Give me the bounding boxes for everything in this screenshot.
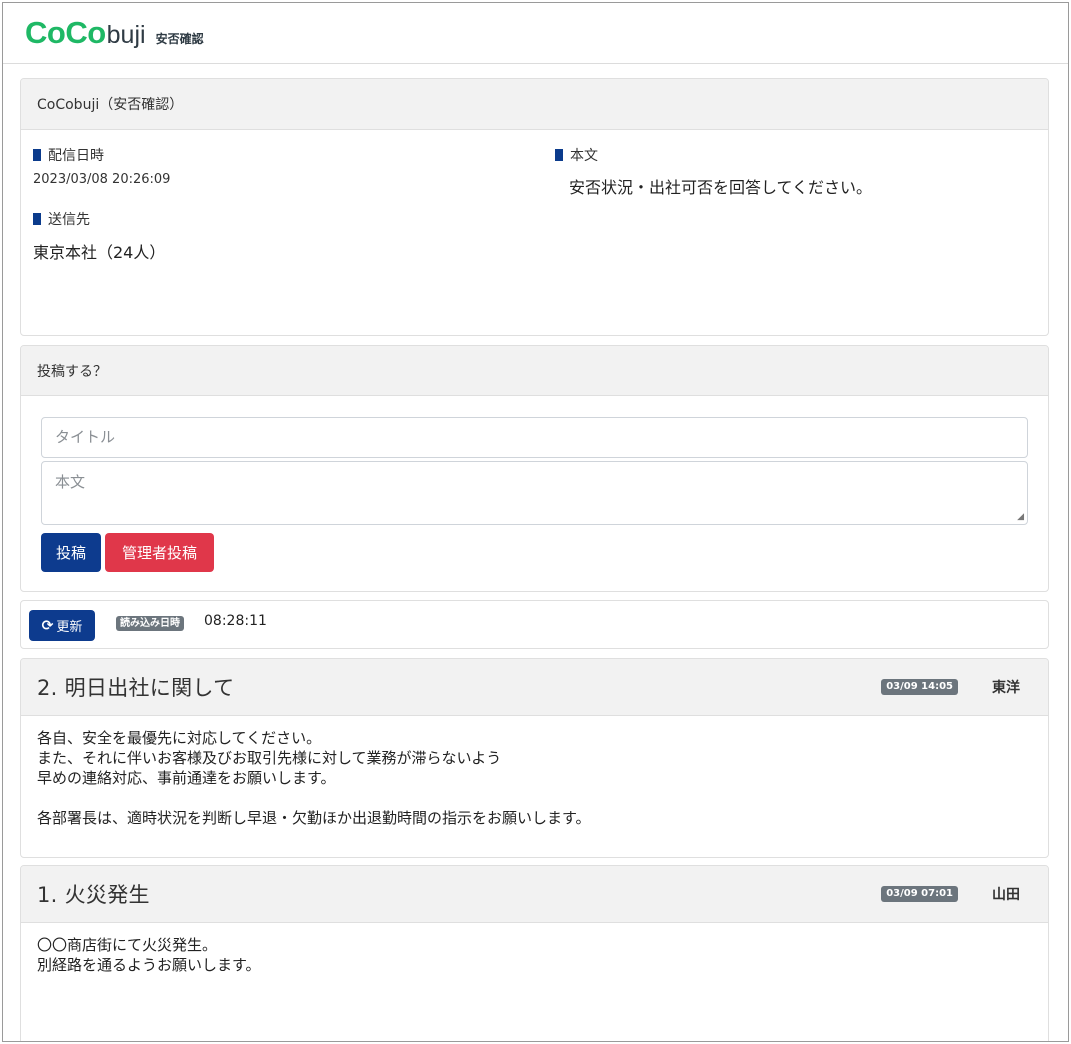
loaded-at-badge: 読み込み日時: [116, 616, 184, 631]
post-body: 〇〇商店街にて火災発生。 別経路を通るようお願いします。: [21, 923, 1048, 975]
post-body: 各自、安全を最優先に対応してください。 また、それに伴いお客様及びお取引先様に対…: [21, 716, 1048, 828]
top-bar: CoCo buji 安否確認: [3, 3, 1068, 64]
post-item: 1. 火災発生 03/09 07:01 山田 〇〇商店街にて火災発生。 別経路を…: [20, 865, 1049, 1041]
post-body-line: 別経路を通るようお願いします。: [37, 956, 261, 974]
logo-coco-text: CoCo: [25, 15, 106, 50]
info-left-column: 配信日時 2023/03/08 20:26:09 送信先 東京本社（24人）: [33, 145, 170, 263]
square-bullet-icon: [33, 213, 41, 225]
post-author: 山田: [992, 887, 1020, 903]
title-input[interactable]: タイトル: [41, 417, 1028, 458]
post-title: 2. 明日出社に関して: [37, 676, 235, 700]
post-body-line: 各自、安全を最優先に対応してください。: [37, 729, 322, 747]
destination-label-text: 送信先: [48, 212, 90, 228]
destination-label: 送信先: [33, 209, 170, 229]
post-body-line: 〇〇商店街にて火災発生。: [37, 936, 218, 954]
post-form-header: 投稿する？: [21, 346, 1048, 396]
info-right-column: 本文 安否状況・出社可否を回答してください。: [555, 145, 872, 198]
body-label: 本文: [555, 145, 872, 165]
post-title: 1. 火災発生: [37, 883, 150, 907]
post-body-line: 早めの連絡対応、事前通達をお願いします。: [37, 769, 336, 787]
logo-subtitle: 安否確認: [155, 32, 204, 46]
post-author: 東洋: [992, 680, 1020, 696]
body-value: 安否状況・出社可否を回答してください。: [569, 178, 873, 197]
body-label-text: 本文: [570, 148, 598, 164]
square-bullet-icon: [555, 149, 563, 161]
refresh-button-label: 更新: [56, 620, 83, 635]
destination-value: 東京本社（24人）: [33, 243, 166, 262]
body-textarea[interactable]: 本文 ◢: [41, 461, 1028, 525]
post-header: 2. 明日出社に関して 03/09 14:05 東洋: [21, 659, 1048, 716]
date-label: 配信日時: [33, 145, 170, 165]
body-placeholder: 本文: [55, 473, 86, 491]
post-body-line: また、それに伴いお客様及びお取引先様に対して業務が滞らないよう: [37, 749, 502, 767]
logo[interactable]: CoCo buji 安否確認: [25, 15, 204, 51]
resize-handle-icon[interactable]: ◢: [1017, 512, 1024, 522]
logo-buji-text: buji: [106, 21, 146, 49]
admin-post-button[interactable]: 管理者投稿: [105, 533, 214, 572]
message-info-card: CoCobuji（安否確認） 配信日時 2023/03/08 20:26:09 …: [20, 78, 1049, 336]
post-body-line: [37, 788, 1048, 808]
refresh-bar: ⟳ 更新 読み込み日時 08:28:11: [20, 600, 1049, 649]
date-value: 2023/03/08 20:26:09: [33, 172, 171, 187]
post-body-line: 各部署長は、適時状況を判断し早退・欠勤ほか出退勤時間の指示をお願いします。: [37, 809, 591, 827]
app-window: CoCo buji 安否確認 CoCobuji（安否確認） 配信日時 2023/…: [2, 2, 1069, 1042]
post-button[interactable]: 投稿: [41, 533, 101, 572]
post-date-badge: 03/09 14:05: [881, 679, 958, 695]
loaded-at-time: 08:28:11: [204, 613, 267, 629]
refresh-button[interactable]: ⟳ 更新: [29, 610, 95, 641]
post-form-card: 投稿する？ タイトル 本文 ◢ 投稿 管理者投稿: [20, 345, 1049, 592]
post-date-badge: 03/09 07:01: [881, 886, 958, 902]
post-header: 1. 火災発生 03/09 07:01 山田: [21, 866, 1048, 923]
post-item: 2. 明日出社に関して 03/09 14:05 東洋 各自、安全を最優先に対応し…: [20, 658, 1049, 858]
square-bullet-icon: [33, 149, 41, 161]
date-label-text: 配信日時: [48, 148, 104, 164]
message-info-header: CoCobuji（安否確認）: [21, 79, 1048, 130]
refresh-icon: ⟳: [41, 617, 54, 634]
